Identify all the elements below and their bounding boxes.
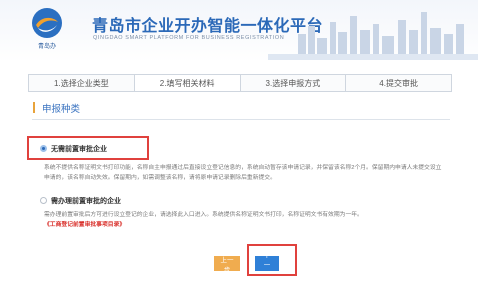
- step-4[interactable]: 4.提交审批: [346, 75, 451, 91]
- site-header: 青岛办 青岛市企业开办智能一体化平台 QINGDAO SMART PLATFOR…: [0, 0, 478, 62]
- radio-unselected-icon[interactable]: [40, 197, 47, 204]
- step-2-active[interactable]: 2.填写相关材料: [134, 75, 241, 91]
- qingdao-ban-logo-icon: [32, 8, 62, 38]
- city-skyline-icon: [268, 12, 478, 60]
- option-description: 系统不提供名称证明文书打印功能，名称自主申报通过后直接设立登记信息的，系统自动暂…: [44, 165, 442, 181]
- page-subtitle: QINGDAO SMART PLATFORM FOR BUSINESS REGI…: [93, 35, 285, 41]
- section-title: 申报种类: [42, 104, 81, 115]
- red-highlight-box: [247, 244, 297, 276]
- pre-approval-catalog-link[interactable]: 《工商登记前置审批事项目录》: [44, 222, 125, 228]
- description-text: 需办理前置审批后方可进行设立登记的企业，请选择此入口进入。系统提供名称证明文书打…: [44, 212, 363, 218]
- step-3[interactable]: 3.选择申报方式: [241, 75, 347, 91]
- option-description: 需办理前置审批后方可进行设立登记的企业，请选择此入口进入。系统提供名称证明文书打…: [44, 211, 444, 230]
- logo-caption: 青岛办: [37, 44, 56, 50]
- section-divider: [32, 119, 450, 120]
- option-label: 需办理前置审批的企业: [51, 197, 121, 205]
- section-accent-bar: [33, 102, 35, 113]
- option-pre-approval-required[interactable]: 需办理前置审批的企业: [34, 194, 127, 207]
- red-highlight-box: [27, 136, 149, 160]
- step-1[interactable]: 1.选择企业类型: [29, 75, 135, 91]
- prev-step-button[interactable]: 上一步: [214, 256, 240, 274]
- progress-steps: 1.选择企业类型 2.填写相关材料 3.选择申报方式 4.提交审批: [28, 74, 452, 92]
